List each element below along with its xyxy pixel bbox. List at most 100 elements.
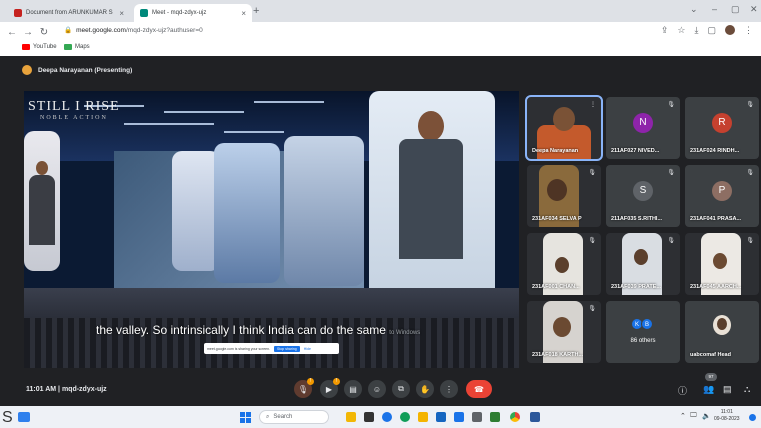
lock-icon: 🔒 xyxy=(64,27,73,34)
notification-icon[interactable] xyxy=(749,414,756,421)
bookmark-maps[interactable]: Maps xyxy=(64,44,90,50)
participant-name: 231AF039 PRATE... xyxy=(611,284,662,290)
participant-name: 231AF034 SELVA P xyxy=(532,216,582,222)
raise-hand-button[interactable]: ✋ xyxy=(416,380,434,398)
chat-app-icon[interactable] xyxy=(382,412,392,422)
tab-meet[interactable]: Meet - mqd-zdyx-ujz × xyxy=(134,4,252,22)
tray-chevron-icon[interactable]: ⌃ xyxy=(680,412,686,420)
settings-app-icon[interactable] xyxy=(472,412,482,422)
screen-share-banner: meet.google.com is sharing your screen. … xyxy=(204,343,339,354)
mic-off-icon: 🎙 xyxy=(588,170,596,176)
participant-tile[interactable]: uabcomaf Head xyxy=(685,301,759,363)
participant-tile[interactable]: 🎙 231AF045 AARCH... xyxy=(685,233,759,295)
network-icon[interactable]: 🖵 xyxy=(690,412,697,420)
participant-tile[interactable]: 🎙 R 231AF024 RINDH... xyxy=(685,97,759,159)
logo-subtext: NOBLE ACTION xyxy=(40,115,108,121)
start-button[interactable] xyxy=(240,412,251,423)
back-icon[interactable]: ← xyxy=(4,27,20,38)
participant-tile[interactable]: 🎙 231AF039 PRATE... xyxy=(606,233,680,295)
tab-close-icon[interactable]: × xyxy=(241,9,246,18)
windows-taskbar: S ⌕ Search ⌃ 🖵 🔈 11:01 09-08-2023 xyxy=(0,406,761,428)
participant-face xyxy=(717,318,727,330)
participant-avatar: S xyxy=(633,181,653,201)
info-icon[interactable]: ⓘ xyxy=(678,384,687,397)
mic-off-icon: 🎙 xyxy=(746,102,754,108)
edge-icon[interactable] xyxy=(400,412,410,422)
participant-face xyxy=(634,249,648,265)
more-options-button[interactable]: ⋮ xyxy=(440,380,458,398)
activities-icon[interactable]: ⛬ xyxy=(744,384,750,395)
app-icon[interactable] xyxy=(490,412,500,422)
participant-name: 231AF024 RINDH... xyxy=(690,148,740,154)
participant-tile[interactable]: 🎙 S 211AF035 S.RITHI... xyxy=(606,165,680,227)
participant-face xyxy=(553,317,571,337)
bookmark-youtube[interactable]: YouTube xyxy=(22,44,57,50)
new-tab-button[interactable]: + xyxy=(253,5,259,17)
participant-tile[interactable]: ⋮ Deepa Narayanan xyxy=(525,95,603,161)
download-icon[interactable]: ⤓ xyxy=(695,25,699,36)
others-avatars: K B xyxy=(606,318,680,330)
mic-off-icon: 🎙 xyxy=(588,306,596,312)
task-view-icon[interactable] xyxy=(364,412,374,422)
tab-document[interactable]: Document from ARUNKUMAR S × xyxy=(8,4,130,22)
address-bar-row: ← → ↻ 🔒 meet.google.com/mqd-zdyx-ujz?aut… xyxy=(0,22,761,42)
stage-light xyxy=(164,111,244,113)
stop-sharing-button[interactable]: Stop sharing xyxy=(274,345,300,352)
share-icon[interactable]: ⇪ xyxy=(661,25,669,36)
participant-face xyxy=(547,179,567,201)
participant-tile[interactable]: 🎙 231AF001 CHAN... xyxy=(527,233,601,295)
file-explorer-icon[interactable] xyxy=(418,412,428,422)
profile-avatar[interactable] xyxy=(725,25,735,35)
browser-tab-bar: Document from ARUNKUMAR S × Meet - mqd-z… xyxy=(0,0,761,22)
url-path: /mqd-zdyx-ujz?authuser=0 xyxy=(125,26,203,34)
participant-name: Deepa Narayanan xyxy=(532,148,579,154)
presenter-avatar xyxy=(22,65,32,75)
emoji-button[interactable]: ☺ xyxy=(368,380,386,398)
others-tile[interactable]: K B 86 others xyxy=(606,301,680,363)
toolbar-icons: ⇪ ☆ ⤓ ▢ ⋮ xyxy=(661,25,753,36)
minimize-button[interactable]: – xyxy=(712,4,717,14)
participant-tile[interactable]: 🎙 231AF018 KARTH... xyxy=(527,301,601,363)
mic-off-icon: 🎙 xyxy=(667,170,675,176)
people-icon[interactable]: 👥 xyxy=(703,384,714,395)
chrome-icon[interactable] xyxy=(510,412,520,422)
sidebar-icon[interactable]: ▢ xyxy=(707,25,716,36)
participant-name: 231AF018 KARTH... xyxy=(532,352,584,358)
leave-call-button[interactable]: ☎ xyxy=(466,380,492,398)
taskbar-search[interactable]: ⌕ Search xyxy=(259,410,329,424)
present-button[interactable]: ⧉ xyxy=(392,380,410,398)
camera-button[interactable]: ▶! xyxy=(320,378,340,398)
tab-search-icon[interactable]: ⌄ xyxy=(690,4,698,15)
screen-panel xyxy=(284,136,364,286)
bookmark-star-icon[interactable]: ☆ xyxy=(677,25,685,36)
chat-icon[interactable]: ▤ xyxy=(723,384,732,395)
mic-button[interactable]: 🎙! xyxy=(294,378,314,398)
presenter-name: Deepa Narayanan (Presenting) xyxy=(38,66,133,74)
forward-icon[interactable]: → xyxy=(20,27,36,38)
close-window-button[interactable]: ✕ xyxy=(750,4,758,15)
meeting-time: 11:01 AM xyxy=(26,386,57,393)
participant-count-badge: 97 xyxy=(705,373,717,381)
maximize-button[interactable]: ▢ xyxy=(731,4,740,15)
others-count: 86 others xyxy=(630,338,656,344)
participant-tile[interactable]: 🎙 231AF034 SELVA P xyxy=(527,165,601,227)
participant-name: 211AF035 S.RITHI... xyxy=(611,216,663,222)
captions-button[interactable]: ▤ xyxy=(344,380,362,398)
tab-close-icon[interactable]: × xyxy=(119,9,124,18)
hide-banner-button[interactable]: Hide xyxy=(304,347,311,351)
speaker-body xyxy=(399,139,463,259)
mail-icon[interactable] xyxy=(454,412,464,422)
speaker-body-small xyxy=(29,175,55,245)
menu-icon[interactable]: ⋮ xyxy=(744,25,753,36)
store-icon[interactable] xyxy=(436,412,446,422)
widgets-icon[interactable] xyxy=(18,412,30,422)
taskbar-clock[interactable]: 11:01 09-08-2023 xyxy=(714,409,740,423)
reload-icon[interactable]: ↻ xyxy=(36,27,52,38)
word-icon[interactable] xyxy=(530,412,540,422)
url-field[interactable]: 🔒 meet.google.com/mqd-zdyx-ujz?authuser=… xyxy=(64,26,203,35)
participant-tile[interactable]: 🎙 P 231AF041 PRASA... xyxy=(685,165,759,227)
participant-tile[interactable]: 🎙 N 211AF027 NIVED... xyxy=(606,97,680,159)
volume-icon[interactable]: 🔈 xyxy=(702,412,711,420)
participant-face xyxy=(555,257,569,273)
weather-icon[interactable] xyxy=(346,412,356,422)
